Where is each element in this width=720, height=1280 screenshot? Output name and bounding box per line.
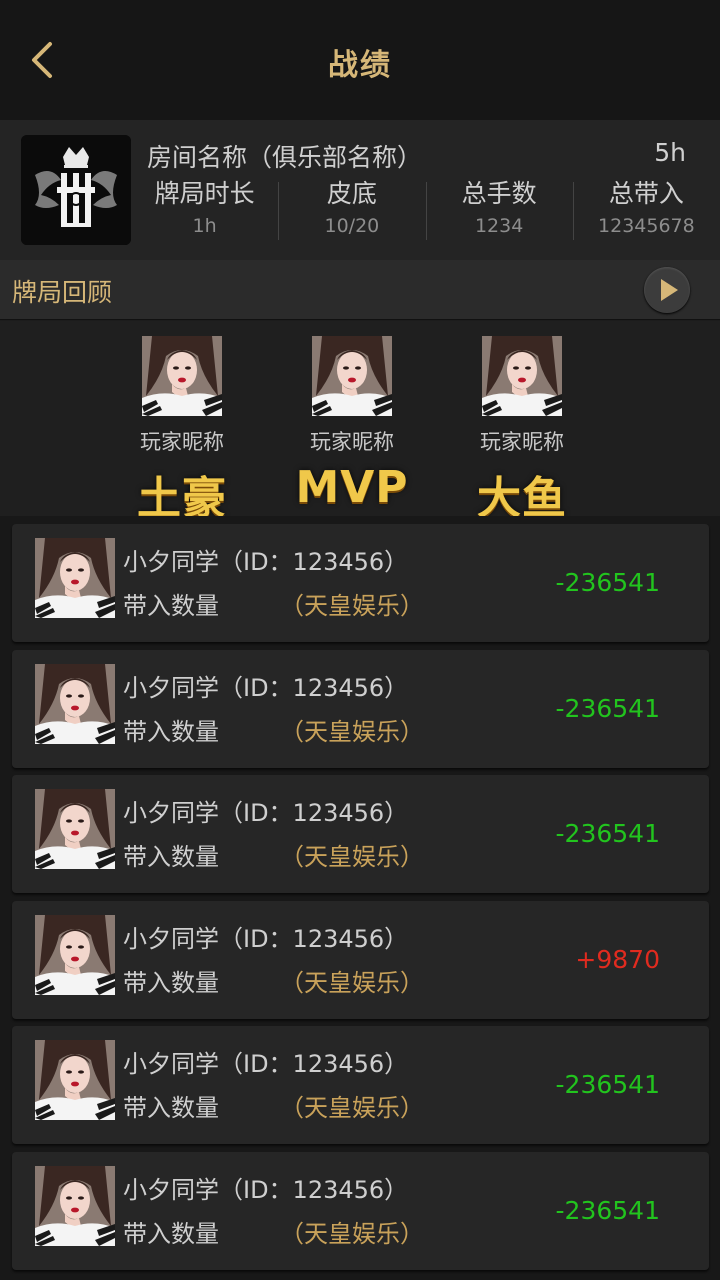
stat-label: 总手数: [461, 179, 537, 208]
app-root: 战绩 房间名称（俱乐部名称） 5h 牌局时长 1h 皮底 10/20 总手数 1…: [0, 0, 720, 1280]
player-club: （天皇娱乐）: [280, 592, 424, 620]
player-score: -236541: [555, 694, 660, 723]
award-mvp[interactable]: 玩家昵称 MVP: [267, 336, 437, 513]
play-icon: [661, 279, 678, 301]
player-list: 小夕同学（ID：123456） 带入数量 （天皇娱乐） -236541 小夕同学…: [0, 516, 720, 1280]
player-name: 小夕同学（ID：123456）: [123, 674, 409, 702]
player-name: 小夕同学（ID：123456）: [123, 925, 409, 953]
player-name: 小夕同学（ID：123456）: [123, 1176, 409, 1204]
avatar-image: [35, 1040, 115, 1120]
player-row[interactable]: 小夕同学（ID：123456） 带入数量 （天皇娱乐） -236541: [12, 650, 709, 768]
stat-blinds: 皮底 10/20: [278, 178, 425, 244]
avatar-image: [142, 336, 222, 416]
player-carry-label: 带入数量: [123, 718, 219, 746]
stat-value: 1h: [192, 215, 217, 237]
award-title: MVP: [295, 462, 409, 513]
review-play-button[interactable]: [644, 267, 690, 313]
player-carry-label: 带入数量: [123, 592, 219, 620]
avatar: [35, 915, 115, 995]
player-club: （天皇娱乐）: [280, 1220, 424, 1248]
avatar-image: [35, 664, 115, 744]
room-stats: 牌局时长 1h 皮底 10/20 总手数 1234 总带入 12345678: [131, 178, 720, 244]
avatar-image: [482, 336, 562, 416]
room-name: 房间名称（俱乐部名称）: [147, 143, 423, 172]
award-nickname: 玩家昵称: [310, 430, 394, 454]
club-crest-icon: [21, 135, 131, 245]
hand-review-bar[interactable]: 牌局回顾: [0, 260, 720, 320]
player-row[interactable]: 小夕同学（ID：123456） 带入数量 （天皇娱乐） -236541: [12, 1152, 709, 1270]
avatar: [35, 1040, 115, 1120]
player-carry-label: 带入数量: [123, 969, 219, 997]
awards-section: 玩家昵称 土豪 玩家昵称 MVP 玩家昵称 大鱼: [0, 321, 720, 524]
avatar: [312, 336, 392, 416]
player-club: （天皇娱乐）: [280, 718, 424, 746]
stat-value: 12345678: [598, 215, 695, 237]
player-club: （天皇娱乐）: [280, 1094, 424, 1122]
player-row[interactable]: 小夕同学（ID：123456） 带入数量 （天皇娱乐） +9870: [12, 901, 709, 1019]
stat-label: 总带入: [608, 179, 684, 208]
player-name: 小夕同学（ID：123456）: [123, 799, 409, 827]
award-nickname: 玩家昵称: [140, 430, 224, 454]
stat-duration: 牌局时长 1h: [131, 178, 278, 244]
player-name: 小夕同学（ID：123456）: [123, 1050, 409, 1078]
player-carry-label: 带入数量: [123, 843, 219, 871]
player-name: 小夕同学（ID：123456）: [123, 548, 409, 576]
avatar: [482, 336, 562, 416]
avatar: [35, 1166, 115, 1246]
stat-value: 1234: [474, 215, 524, 237]
award-nickname: 玩家昵称: [480, 430, 564, 454]
player-score: -236541: [555, 568, 660, 597]
stat-hands: 总手数 1234: [425, 178, 573, 244]
avatar-image: [35, 1166, 115, 1246]
top-bar: 战绩: [0, 0, 720, 120]
avatar-image: [35, 538, 115, 618]
avatar-image: [35, 789, 115, 869]
club-logo: [21, 135, 131, 245]
stat-total-buyin: 总带入 12345678: [572, 178, 720, 244]
stat-label: 皮底: [326, 179, 377, 208]
player-club: （天皇娱乐）: [280, 969, 424, 997]
room-info-panel: 房间名称（俱乐部名称） 5h 牌局时长 1h 皮底 10/20 总手数 1234…: [0, 120, 720, 260]
player-score: -236541: [555, 819, 660, 848]
player-carry-label: 带入数量: [123, 1220, 219, 1248]
award-big-fish[interactable]: 玩家昵称 大鱼: [437, 336, 607, 526]
avatar-image: [35, 915, 115, 995]
page-title: 战绩: [328, 48, 392, 83]
avatar: [142, 336, 222, 416]
player-score: +9870: [575, 945, 660, 974]
room-time: 5h: [654, 138, 686, 167]
player-score: -236541: [555, 1196, 660, 1225]
player-row[interactable]: 小夕同学（ID：123456） 带入数量 （天皇娱乐） -236541: [12, 524, 709, 642]
player-carry-label: 带入数量: [123, 1094, 219, 1122]
award-rich[interactable]: 玩家昵称 土豪: [97, 336, 267, 526]
avatar: [35, 538, 115, 618]
avatar: [35, 789, 115, 869]
player-row[interactable]: 小夕同学（ID：123456） 带入数量 （天皇娱乐） -236541: [12, 1026, 709, 1144]
player-score: -236541: [555, 1070, 660, 1099]
avatar: [35, 664, 115, 744]
avatar-image: [312, 336, 392, 416]
player-row[interactable]: 小夕同学（ID：123456） 带入数量 （天皇娱乐） -236541: [12, 775, 709, 893]
stat-value: 10/20: [324, 215, 380, 237]
player-club: （天皇娱乐）: [280, 843, 424, 871]
stat-label: 牌局时长: [154, 179, 255, 208]
hand-review-label: 牌局回顾: [12, 278, 113, 307]
